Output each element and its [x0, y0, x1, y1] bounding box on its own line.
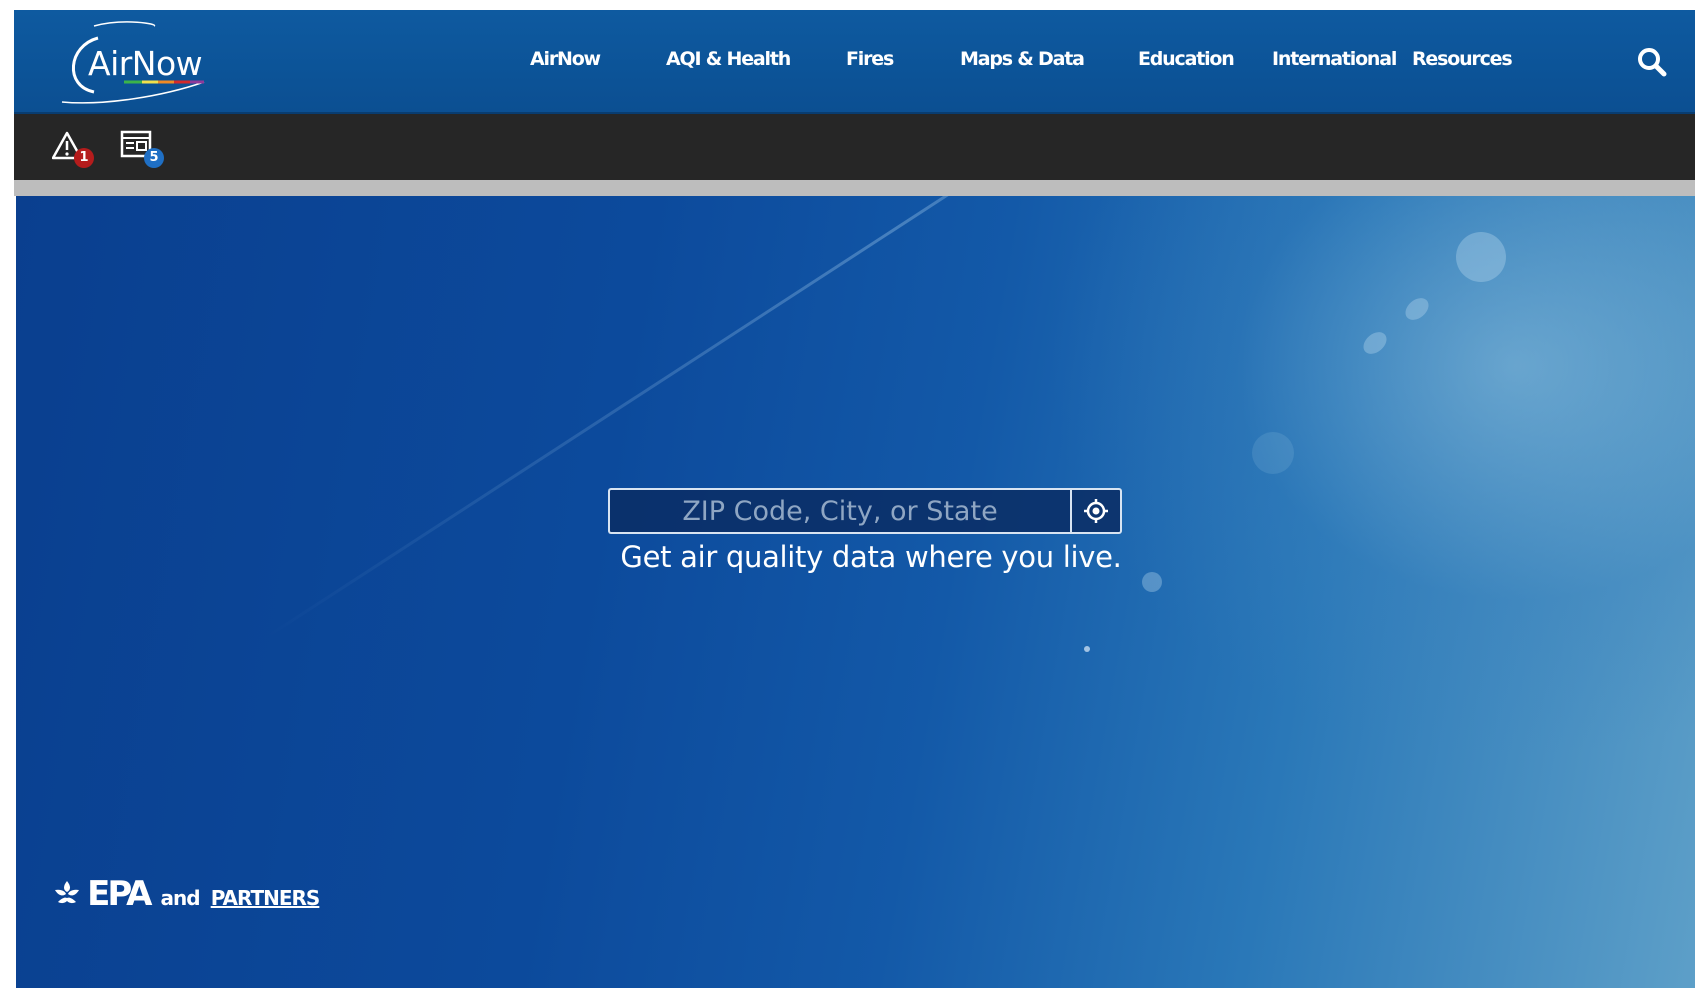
lens-flare — [1084, 646, 1090, 652]
lens-flare — [1252, 432, 1294, 474]
epa-flower-icon — [55, 881, 79, 904]
top-navigation: AirNow AirNow AQI & Health Fires Maps & … — [14, 10, 1695, 114]
notices-button[interactable]: 5 — [120, 126, 170, 172]
location-search-input[interactable] — [608, 488, 1070, 534]
airnow-logo[interactable]: AirNow — [54, 16, 224, 106]
nav-fires[interactable]: Fires — [846, 48, 894, 70]
nav-airnow[interactable]: AirNow — [530, 48, 601, 70]
nav-aqi-health[interactable]: AQI & Health — [666, 48, 791, 70]
nav-international[interactable]: International — [1272, 48, 1397, 70]
notices-count-badge: 5 — [144, 148, 164, 168]
locate-icon — [1084, 499, 1108, 523]
location-search — [608, 488, 1126, 538]
lens-flare — [1359, 327, 1391, 359]
warning-alerts-button[interactable]: 1 — [52, 126, 102, 172]
nav-maps-data[interactable]: Maps & Data — [960, 48, 1085, 70]
epa-partners-brand: EPA and PARTNERS — [52, 874, 321, 914]
lens-flare — [1456, 232, 1506, 282]
use-my-location-button[interactable] — [1070, 488, 1122, 534]
and-text: and — [160, 886, 201, 910]
lens-flare — [1401, 293, 1433, 325]
alert-bar: 1 5 — [14, 114, 1695, 180]
divider-bar — [14, 180, 1695, 196]
logo-text: AirNow — [88, 44, 203, 83]
page: AirNow AirNow AQI & Health Fires Maps & … — [14, 10, 1695, 988]
hero-section: Get air quality data where you live. EPA… — [16, 196, 1695, 988]
nav-resources[interactable]: Resources — [1412, 48, 1513, 70]
epa-logo-text: EPA — [87, 874, 152, 914]
nav-education[interactable]: Education — [1138, 48, 1235, 70]
partners-link[interactable]: PARTNERS — [211, 886, 321, 910]
search-icon[interactable] — [1636, 46, 1668, 78]
hero-tagline: Get air quality data where you live. — [620, 540, 1122, 574]
warning-count-badge: 1 — [74, 148, 94, 168]
lens-flare — [1142, 572, 1162, 592]
